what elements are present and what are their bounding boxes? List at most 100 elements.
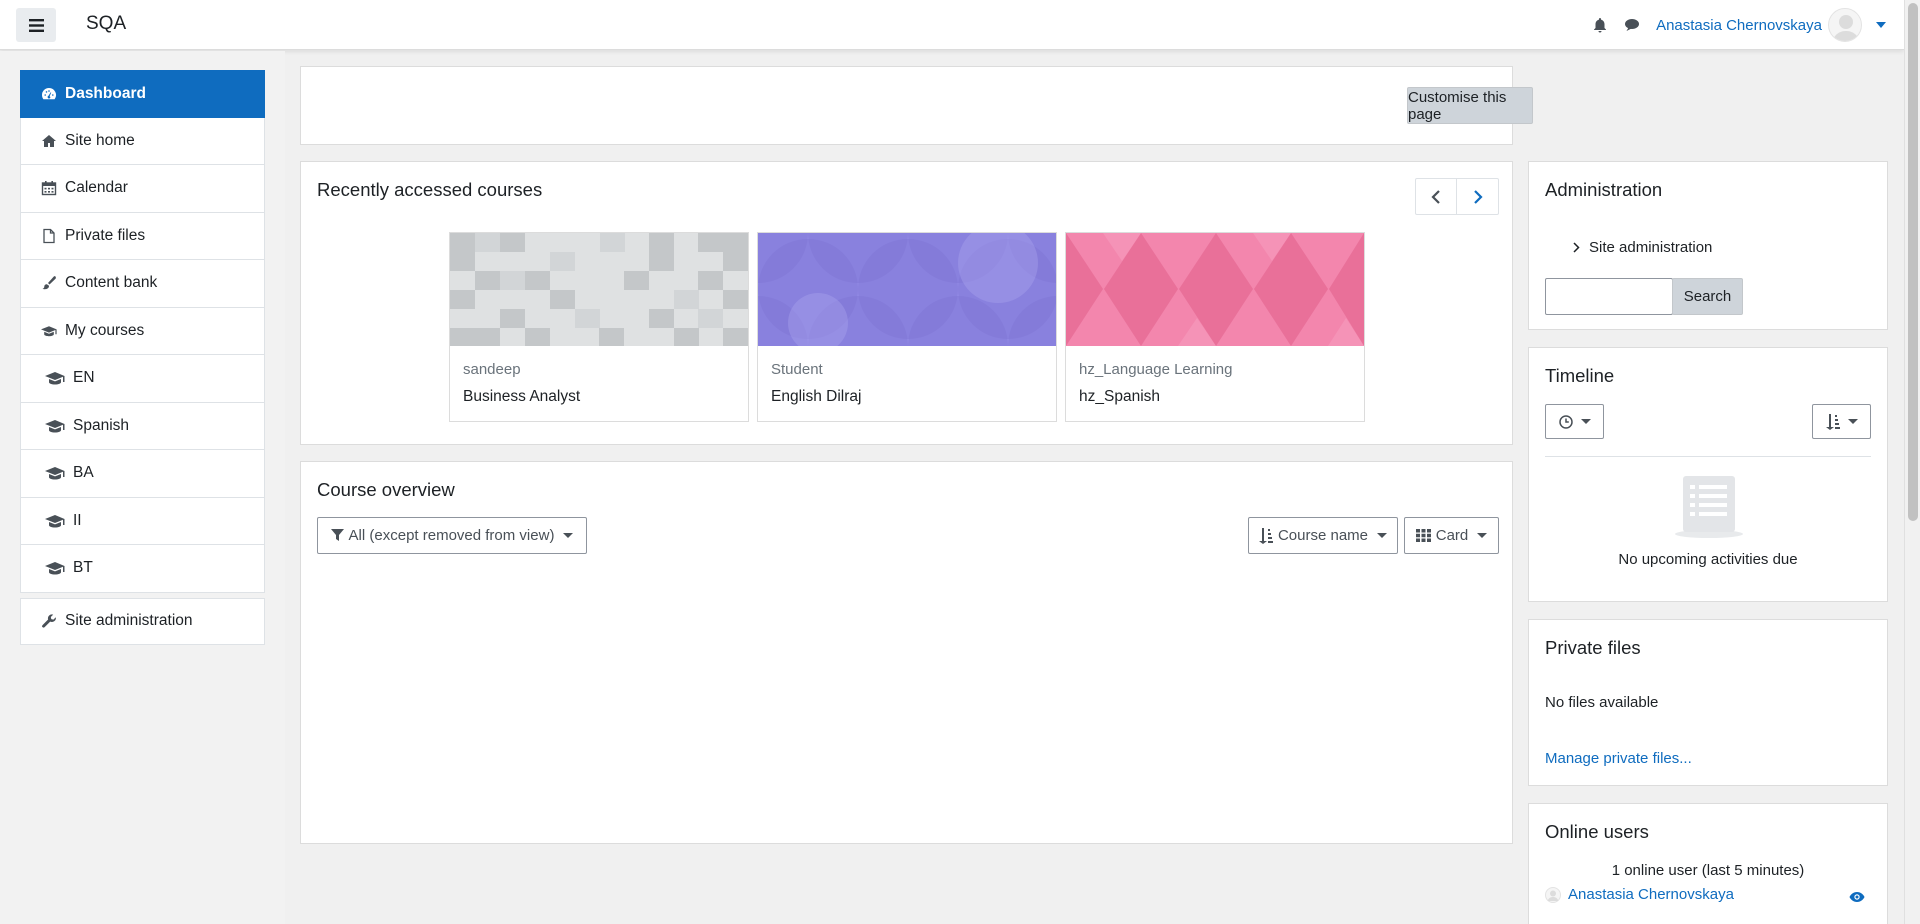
filter-icon: [330, 529, 344, 541]
nav-item-label: Content bank: [65, 274, 158, 292]
course-overview-block: Course overview All (except removed from…: [300, 461, 1513, 844]
timeline-day-filter-dropdown[interactable]: [1545, 404, 1604, 439]
block-title: Administration: [1545, 179, 1663, 200]
sort-amount-icon: [1258, 527, 1273, 544]
page-scrollbar[interactable]: [1904, 0, 1920, 924]
site-administration-label: Site administration: [1589, 239, 1713, 256]
site-name[interactable]: SQA: [86, 13, 126, 35]
eye-icon[interactable]: [1849, 891, 1865, 903]
drawer-nav: Dashboard Site home Calendar Private fil…: [20, 70, 265, 645]
course-image[interactable]: [450, 233, 748, 346]
administration-block: Administration Site administration Searc…: [1528, 161, 1888, 330]
graduation-cap-icon: [41, 325, 57, 336]
nav-item-dashboard[interactable]: Dashboard: [20, 70, 265, 118]
nav-item-calendar[interactable]: Calendar: [20, 165, 265, 213]
menu-toggle-button[interactable]: [16, 8, 56, 42]
sort-dropdown[interactable]: Course name: [1248, 517, 1398, 554]
block-title: Timeline: [1545, 365, 1615, 386]
paging-buttons: [1415, 178, 1499, 215]
online-users-block: Online users 1 online user (last 5 minut…: [1528, 803, 1888, 924]
course-card-hz-spanish[interactable]: hz_Language Learning hz_Spanish: [1065, 232, 1365, 422]
nav-item-course-en[interactable]: EN: [20, 355, 265, 403]
user-name[interactable]: Anastasia Chernovskaya: [1656, 17, 1822, 34]
sort-amount-icon: [1825, 413, 1840, 430]
nav-item-my-courses[interactable]: My courses: [20, 307, 265, 355]
online-user-name[interactable]: Anastasia Chernovskaya: [1568, 886, 1734, 903]
no-activities-text: No upcoming activities due: [1618, 551, 1798, 568]
course-image[interactable]: [758, 233, 1056, 346]
calendar-icon: [41, 181, 57, 196]
nav-item-label: Dashboard: [65, 84, 146, 102]
nav-item-site-administration[interactable]: Site administration: [20, 597, 265, 645]
wrench-icon: [42, 614, 56, 628]
file-icon: [43, 228, 55, 243]
chevron-left-icon: [1431, 189, 1440, 204]
site-administration-node[interactable]: Site administration: [1573, 239, 1712, 256]
customise-page-button[interactable]: Customise this page: [1407, 87, 1533, 124]
course-name[interactable]: English Dilraj: [771, 388, 861, 406]
nav-item-label: Site home: [65, 131, 135, 149]
dashboard-icon: [42, 87, 56, 99]
course-category: Student: [771, 361, 823, 378]
chevron-right-icon: [1473, 189, 1483, 204]
course-image[interactable]: [1066, 233, 1364, 346]
nav-item-label: II: [73, 511, 82, 529]
nav-item-label: Calendar: [65, 179, 128, 197]
online-user-row[interactable]: Anastasia Chernovskaya: [1545, 886, 1871, 903]
view-dropdown[interactable]: Card: [1404, 517, 1499, 554]
graduation-cap-icon: [45, 514, 65, 528]
course-category: sandeep: [463, 361, 521, 378]
private-files-block: Private files No files available Manage …: [1528, 619, 1888, 786]
grid-icon: [1415, 529, 1431, 542]
nav-item-private-files[interactable]: Private files: [20, 212, 265, 260]
chat-icon[interactable]: [1624, 17, 1640, 33]
block-title: Private files: [1545, 637, 1641, 658]
course-card-english-dilraj[interactable]: Student English Dilraj: [757, 232, 1057, 422]
scrollbar-thumb[interactable]: [1908, 3, 1918, 521]
nav-item-course-ii[interactable]: II: [20, 497, 265, 545]
graduation-cap-icon: [45, 419, 65, 433]
course-card-business-analyst[interactable]: sandeep Business Analyst: [449, 232, 749, 422]
next-button[interactable]: [1457, 178, 1499, 215]
nav-item-site-home[interactable]: Site home: [20, 117, 265, 165]
nav-item-label: Private files: [65, 226, 146, 244]
manage-private-files-link[interactable]: Manage private files...: [1545, 750, 1692, 767]
drawer-main-list: Dashboard Site home Calendar Private fil…: [20, 70, 265, 593]
nav-item-course-ba[interactable]: BA: [20, 450, 265, 498]
nav-item-course-bt[interactable]: BT: [20, 545, 265, 593]
graduation-cap-icon: [45, 562, 65, 575]
graduation-cap-icon: [45, 372, 65, 385]
block-title: Recently accessed courses: [317, 179, 543, 200]
grouping-filter-dropdown[interactable]: All (except removed from view): [317, 517, 587, 554]
nav-item-course-spanish[interactable]: Spanish: [20, 402, 265, 450]
nav-drawer: Dashboard Site home Calendar Private fil…: [0, 51, 285, 924]
nav-item-label: BA: [73, 464, 94, 482]
admin-search-input[interactable]: [1545, 278, 1673, 315]
avatar[interactable]: [1828, 8, 1862, 42]
caret-down-icon[interactable]: [1876, 22, 1886, 28]
menu-icon: [28, 18, 44, 32]
clock-icon: [1558, 414, 1573, 429]
nav-item-label: EN: [73, 369, 95, 387]
paintbrush-icon: [42, 276, 56, 290]
home-icon: [42, 134, 56, 147]
bell-icon[interactable]: [1592, 17, 1608, 33]
sort-label: Course name: [1277, 527, 1369, 544]
chevron-right-icon: [1573, 242, 1580, 253]
timeline-sort-dropdown[interactable]: [1812, 404, 1871, 439]
nav-item-content-bank[interactable]: Content bank: [20, 260, 265, 308]
timeline-block: Timeline No upcoming activities due: [1528, 347, 1888, 602]
view-label: Card: [1435, 527, 1469, 544]
admin-search-button[interactable]: Search: [1672, 278, 1743, 315]
course-name[interactable]: Business Analyst: [463, 388, 580, 406]
block-title: Course overview: [317, 479, 455, 500]
course-name[interactable]: hz_Spanish: [1079, 388, 1160, 406]
page-header-card: Customise this page: [300, 66, 1533, 145]
nav-item-label: Site administration: [65, 612, 193, 630]
online-users-summary: 1 online user (last 5 minutes): [1611, 862, 1805, 879]
previous-button[interactable]: [1415, 178, 1457, 215]
graduation-cap-icon: [45, 467, 65, 480]
filter-label: All (except removed from view): [348, 527, 555, 544]
avatar: [1545, 886, 1561, 903]
recent-courses-block: Recently accessed courses sandeep Busine…: [300, 161, 1513, 445]
